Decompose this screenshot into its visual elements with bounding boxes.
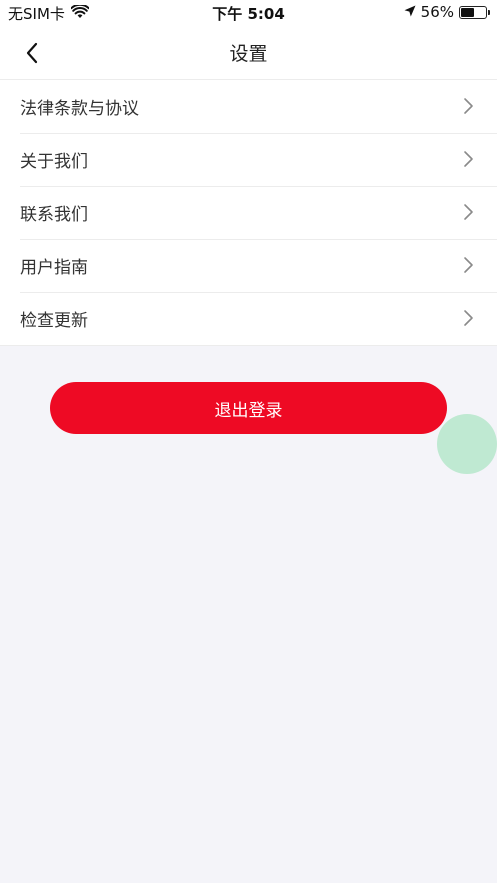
chevron-right-icon [464, 151, 473, 167]
menu-item-contact-us[interactable]: 联系我们 [0, 186, 497, 239]
menu-item-label: 联系我们 [20, 205, 88, 225]
chevron-right-icon [464, 257, 473, 273]
battery-icon [459, 5, 490, 19]
location-arrow-icon [404, 3, 416, 21]
settings-menu-list: 法律条款与协议 关于我们 联系我们 用户指南 检查更新 [0, 80, 497, 346]
battery-percent: 56% [420, 3, 454, 21]
menu-item-label: 用户指南 [20, 258, 88, 278]
battery-level-fill [461, 7, 475, 17]
chevron-right-icon [464, 98, 473, 114]
page-title: 设置 [229, 43, 268, 65]
navigation-bar: 设置 [0, 26, 497, 80]
status-right: 56% [404, 3, 490, 21]
menu-item-check-update[interactable]: 检查更新 [0, 292, 497, 345]
menu-item-label: 法律条款与协议 [20, 99, 139, 119]
logout-button[interactable]: 退出登录 [50, 382, 447, 434]
status-bar: 无SIM卡 下午 5:04 56% [0, 0, 497, 26]
assistive-touch-button[interactable] [437, 414, 497, 474]
menu-item-label: 检查更新 [20, 311, 88, 331]
menu-item-label: 关于我们 [20, 152, 88, 172]
battery-cap [488, 9, 490, 15]
header-area: 无SIM卡 下午 5:04 56% 设置 [0, 0, 497, 80]
menu-item-user-guide[interactable]: 用户指南 [0, 239, 497, 292]
menu-item-legal-terms[interactable]: 法律条款与协议 [0, 80, 497, 133]
logout-section: 退出登录 [0, 346, 497, 474]
chevron-right-icon [464, 310, 473, 326]
menu-item-about-us[interactable]: 关于我们 [0, 133, 497, 186]
chevron-right-icon [464, 204, 473, 220]
